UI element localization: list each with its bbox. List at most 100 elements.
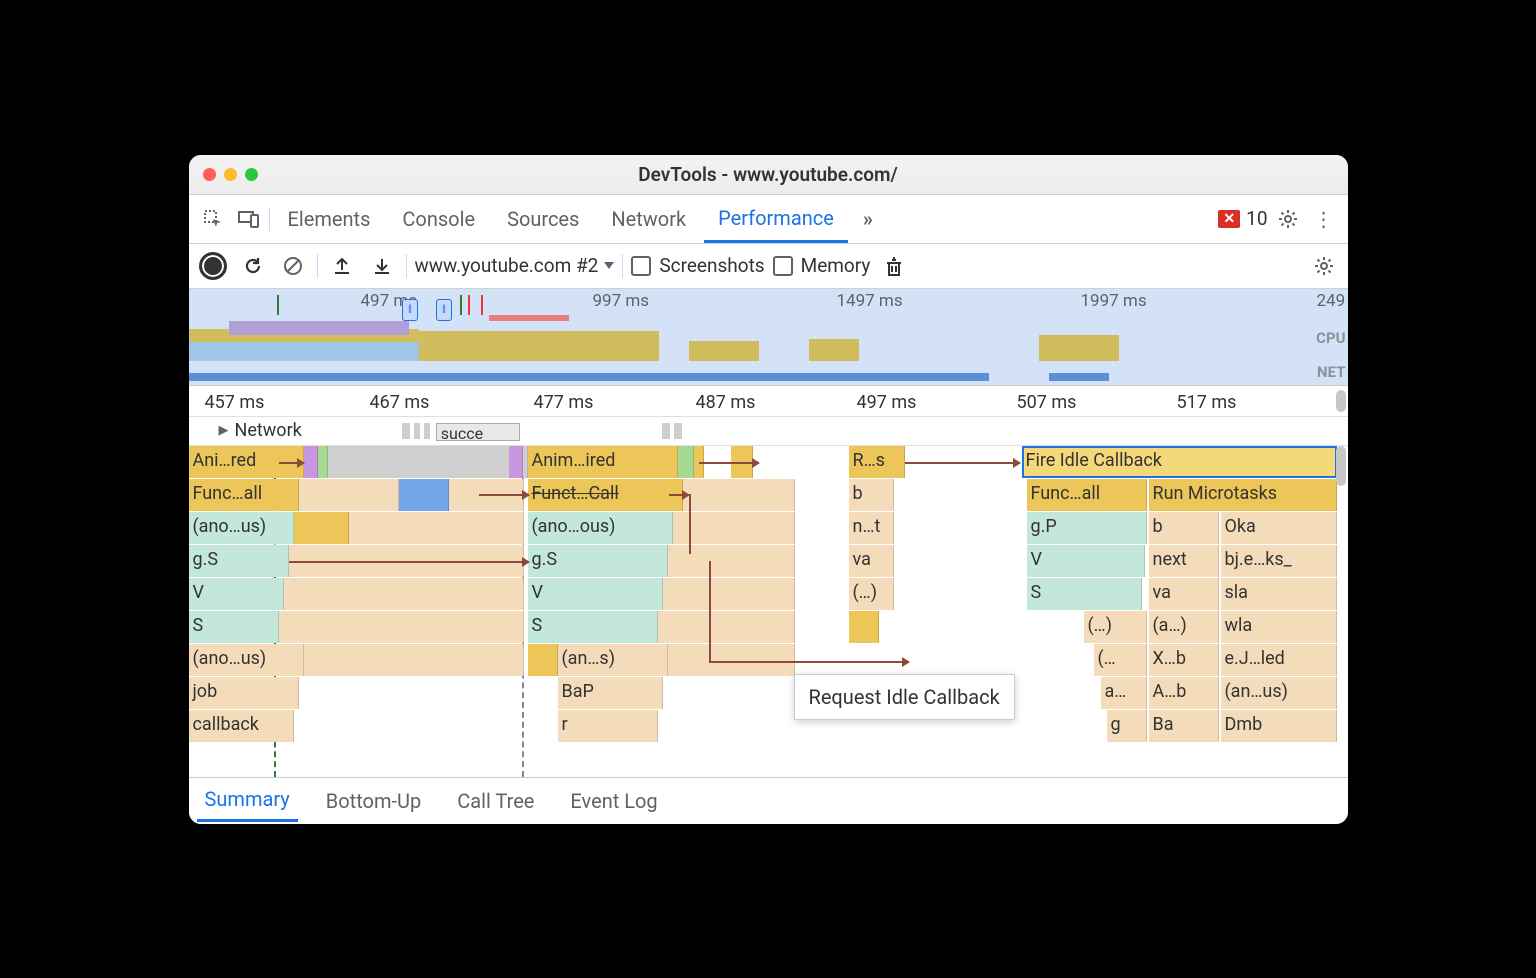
flame-event[interactable]: V xyxy=(1027,545,1145,577)
flame-event[interactable]: va xyxy=(1149,578,1219,610)
flame-event[interactable]: g.P xyxy=(1027,512,1147,544)
flame-event[interactable] xyxy=(304,644,524,676)
timeline-overview[interactable]: 497 ms 997 ms 1497 ms 1997 ms 249 CPU NE… xyxy=(189,289,1348,386)
flame-event[interactable]: e.J…led xyxy=(1221,644,1337,676)
flame-event[interactable]: Funct…Call xyxy=(528,479,683,511)
flame-event[interactable]: BaP xyxy=(558,677,663,709)
flame-event[interactable]: S xyxy=(1027,578,1142,610)
flame-event[interactable] xyxy=(318,446,328,478)
tab-bottom-up[interactable]: Bottom-Up xyxy=(318,781,429,821)
flame-event[interactable] xyxy=(284,578,524,610)
range-handle-left[interactable] xyxy=(402,299,418,321)
settings-icon[interactable] xyxy=(1272,203,1304,235)
flame-event[interactable] xyxy=(509,446,523,478)
flame-event[interactable]: X…b xyxy=(1149,644,1219,676)
flame-event[interactable]: g.S xyxy=(189,545,289,577)
flame-chart[interactable]: Ani…red Anim…ired R…s Fire Idle Callback… xyxy=(189,446,1348,777)
flame-event[interactable]: n…t xyxy=(849,512,894,544)
flame-event[interactable]: (ano…us) xyxy=(189,512,294,544)
flame-event[interactable]: (… xyxy=(1094,644,1147,676)
flame-event[interactable] xyxy=(849,611,879,643)
flame-event[interactable]: Ba xyxy=(1149,710,1219,742)
flame-event[interactable]: b xyxy=(849,479,894,511)
capture-settings-icon[interactable] xyxy=(1308,250,1340,282)
network-bar-label[interactable]: succe xyxy=(436,423,520,441)
flame-event[interactable] xyxy=(683,479,795,511)
flame-event[interactable]: (a…) xyxy=(1149,611,1219,643)
flame-event[interactable] xyxy=(328,446,528,478)
recording-select[interactable]: www.youtube.com #2 xyxy=(415,254,615,277)
flame-event[interactable] xyxy=(673,512,795,544)
flame-event[interactable]: (ano…ous) xyxy=(528,512,673,544)
flame-event[interactable]: g.S xyxy=(528,545,668,577)
flame-event[interactable]: (…) xyxy=(849,578,894,610)
tab-sources[interactable]: Sources xyxy=(493,197,593,241)
flame-event[interactable]: b xyxy=(1149,512,1219,544)
flame-event[interactable] xyxy=(294,512,349,544)
flame-event[interactable]: r xyxy=(558,710,658,742)
download-icon[interactable] xyxy=(366,250,398,282)
tab-summary[interactable]: Summary xyxy=(197,779,298,822)
flame-event[interactable]: Oka xyxy=(1221,512,1337,544)
flame-event[interactable]: g xyxy=(1107,710,1147,742)
record-button[interactable] xyxy=(197,250,229,282)
tab-event-log[interactable]: Event Log xyxy=(562,781,665,821)
flame-event[interactable] xyxy=(663,578,795,610)
flame-event[interactable] xyxy=(528,644,558,676)
collect-garbage-icon[interactable] xyxy=(878,250,910,282)
reload-icon[interactable] xyxy=(237,250,269,282)
screenshots-checkbox[interactable] xyxy=(631,256,651,276)
flame-event[interactable]: Func…all xyxy=(1027,479,1147,511)
inspect-icon[interactable] xyxy=(197,203,229,235)
flame-event[interactable]: Dmb xyxy=(1221,710,1337,742)
scrollbar[interactable] xyxy=(1336,390,1346,412)
scrollbar[interactable] xyxy=(1336,446,1346,486)
tab-console[interactable]: Console xyxy=(388,197,489,241)
flame-event[interactable]: sla xyxy=(1221,578,1337,610)
more-tabs-icon[interactable]: » xyxy=(852,203,884,235)
flame-event[interactable]: (ano…us) xyxy=(189,644,304,676)
flame-event[interactable]: next xyxy=(1149,545,1219,577)
tab-network[interactable]: Network xyxy=(597,197,700,241)
upload-icon[interactable] xyxy=(326,250,358,282)
network-track[interactable]: ▶ Network succe xyxy=(189,417,1348,446)
kebab-menu-icon[interactable]: ⋮ xyxy=(1308,203,1340,235)
tab-performance[interactable]: Performance xyxy=(704,196,848,243)
flame-event[interactable] xyxy=(299,479,399,511)
error-counter[interactable]: ✕ 10 xyxy=(1218,207,1267,230)
flame-event-selected[interactable]: Fire Idle Callback xyxy=(1022,446,1337,478)
flame-event[interactable]: V xyxy=(528,578,663,610)
memory-checkbox[interactable] xyxy=(773,256,793,276)
flame-event[interactable] xyxy=(399,479,449,511)
flame-event[interactable]: wla xyxy=(1221,611,1337,643)
flame-event[interactable] xyxy=(668,644,795,676)
flame-event[interactable]: Anim…ired xyxy=(528,446,678,478)
flame-event[interactable]: R…s xyxy=(849,446,905,478)
flame-event[interactable] xyxy=(304,446,318,478)
flame-event[interactable]: S xyxy=(528,611,658,643)
device-toggle-icon[interactable] xyxy=(233,203,265,235)
flame-event[interactable]: Func…all xyxy=(189,479,299,511)
flame-event[interactable] xyxy=(279,611,524,643)
flame-event[interactable] xyxy=(349,512,524,544)
flame-event[interactable]: a… xyxy=(1101,677,1147,709)
flame-event[interactable]: bj.e…ks_ xyxy=(1221,545,1337,577)
range-handle-right[interactable] xyxy=(436,299,452,321)
flame-event[interactable] xyxy=(668,545,795,577)
flame-event[interactable]: (…) xyxy=(1084,611,1147,643)
tab-elements[interactable]: Elements xyxy=(274,197,385,241)
flame-event[interactable] xyxy=(658,611,795,643)
expand-icon[interactable]: ▶ xyxy=(219,423,229,438)
flame-event[interactable]: job xyxy=(189,677,299,709)
flame-event[interactable]: (an…s) xyxy=(558,644,668,676)
flame-event[interactable]: S xyxy=(189,611,279,643)
flame-event[interactable]: V xyxy=(189,578,284,610)
clear-icon[interactable] xyxy=(277,250,309,282)
flame-event[interactable]: (an…us) xyxy=(1221,677,1337,709)
time-ruler[interactable]: 457 ms 467 ms 477 ms 487 ms 497 ms 507 m… xyxy=(189,386,1348,417)
flame-event[interactable]: Run Microtasks xyxy=(1149,479,1337,511)
flame-event[interactable]: A…b xyxy=(1149,677,1219,709)
flame-event[interactable]: va xyxy=(849,545,894,577)
tab-call-tree[interactable]: Call Tree xyxy=(449,781,542,821)
flame-event[interactable] xyxy=(678,446,694,478)
